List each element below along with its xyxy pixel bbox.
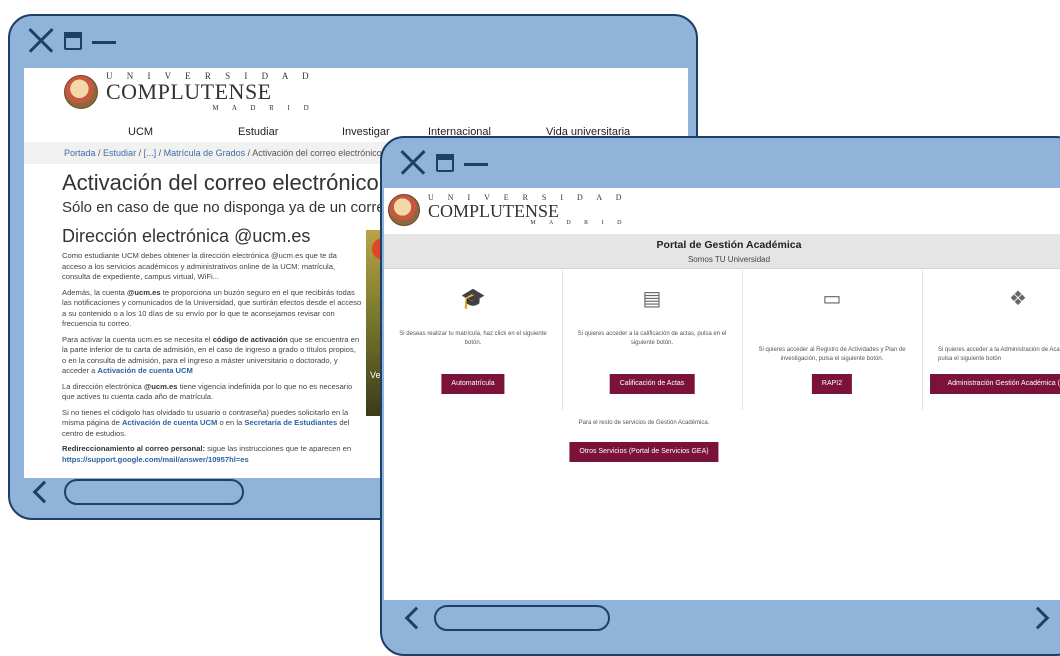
service-description: Si quieres acceder a la Administración d… — [938, 347, 1060, 362]
breadcrumb-sep: / — [95, 148, 104, 158]
logo-complutense: COMPLUTENSE — [106, 79, 272, 104]
document-icon: ▤ — [642, 288, 662, 310]
service-description: Si quieres acceder a la calificación de … — [577, 331, 727, 346]
text: sigue las instrucciones que te aparecen … — [205, 444, 352, 453]
maximize-icon[interactable] — [64, 32, 82, 50]
paragraph: Para activar la cuenta ucm.es se necesit… — [62, 335, 362, 377]
breadcrumb-matricula[interactable]: Matrícula de Grados — [164, 148, 246, 158]
breadcrumb-sep: / — [156, 148, 164, 158]
administracion-gestion-button[interactable]: Administración Gestión Académica (Se — [930, 374, 1060, 394]
close-icon[interactable] — [400, 150, 426, 176]
window-bottombar — [382, 592, 1060, 644]
window-titlebar — [10, 16, 696, 66]
text: o en la — [217, 418, 245, 427]
ucm-logo[interactable]: U N I V E R S I D A D COMPLUTENSE M A D … — [64, 72, 315, 112]
page-subtitle: Sólo en caso de que no disponga ya de un… — [62, 199, 414, 216]
ucm-seal-icon — [64, 75, 98, 109]
service-columns: 🎓 Si deseas realizar tu matrícula, haz c… — [384, 270, 1060, 410]
window-titlebar — [382, 138, 1060, 188]
secretaria-link[interactable]: Secretaría de Estudiantes — [244, 418, 337, 427]
breadcrumb-estudiar[interactable]: Estudiar — [103, 148, 136, 158]
ucm-seal-icon — [388, 194, 420, 226]
paragraph: Redireccionamiento al correo personal: s… — [62, 444, 362, 465]
forward-arrow-icon[interactable] — [1026, 606, 1050, 630]
section-title: Dirección electrónica @ucm.es — [62, 226, 311, 246]
portal-header: Portal de Gestión Académica Somos TU Uni… — [384, 234, 1060, 269]
paragraph: Como estudiante UCM debes obtener la dir… — [62, 251, 337, 281]
article-body: Como estudiante UCM debes obtener la dir… — [62, 251, 362, 470]
paragraph: La dirección electrónica @ucm.es tiene v… — [62, 382, 362, 403]
text-bold: Redireccionamiento al correo personal: — [62, 444, 206, 453]
monitor-icon: ▭ — [822, 288, 842, 310]
service-column-rapi2: ▭ Si quieres acceder al Registro de Acti… — [742, 270, 923, 410]
portal-page-content: U N I V E R S I D A D COMPLUTENSE M A D … — [384, 188, 1060, 600]
close-icon[interactable] — [28, 28, 54, 54]
nav-item-estudiar[interactable]: Estudiar — [238, 126, 278, 138]
otros-servicios-button[interactable]: Otros Servicios (Portal de Servicios GEA… — [569, 442, 719, 462]
breadcrumb-portada[interactable]: Portada — [64, 148, 96, 158]
paragraph: Si no tienes el códigolo has olvidado tu… — [62, 408, 362, 440]
google-support-link[interactable]: https://support.google.com/mail/answer/1… — [62, 455, 249, 464]
nav-item-ucm[interactable]: UCM — [128, 126, 153, 138]
graduation-cap-icon: 🎓 — [460, 288, 486, 310]
service-column-actas: ▤ Si quieres acceder a la calificación d… — [562, 270, 743, 410]
nav-item-investigar[interactable]: Investigar — [342, 126, 390, 138]
maximize-icon[interactable] — [436, 154, 454, 172]
portal-title: Portal de Gestión Académica — [656, 239, 802, 251]
minimize-icon[interactable] — [92, 40, 116, 44]
text-bold: código de activación — [212, 334, 288, 344]
portal-subtitle: Somos TU Universidad — [687, 255, 771, 264]
text-bold: @ucm.es — [143, 381, 178, 391]
text: Además, la cuenta — [62, 287, 128, 297]
service-column-automatricula: 🎓 Si deseas realizar tu matrícula, haz c… — [384, 270, 563, 410]
horizontal-scrollbar[interactable] — [434, 605, 610, 631]
paragraph: Además, la cuenta @ucm.es te proporciona… — [62, 288, 362, 330]
automatricula-button[interactable]: Automatrícula — [441, 374, 505, 394]
service-column-administracion: ❖ Si quieres acceder a la Administración… — [922, 270, 1060, 410]
text: La dirección electrónica — [62, 381, 144, 391]
ucm-logo[interactable]: U N I V E R S I D A D COMPLUTENSE M A D … — [388, 194, 628, 226]
breadcrumb-ellipsis[interactable]: [...] — [144, 148, 157, 158]
cubes-icon: ❖ — [1009, 288, 1027, 310]
activation-link[interactable]: Activación de cuenta UCM — [122, 418, 217, 427]
horizontal-scrollbar[interactable] — [64, 479, 244, 505]
service-description: Si deseas realizar tu matrícula, haz cli… — [399, 331, 547, 346]
page-title: Activación del correo electrónico ins — [62, 170, 413, 195]
logo-complutense: COMPLUTENSE — [428, 201, 560, 221]
minimize-icon[interactable] — [464, 162, 488, 166]
rapi2-button[interactable]: RAPI2 — [811, 374, 853, 394]
logo-madrid: M A D R I D — [212, 104, 315, 112]
service-description: Si quieres acceder al Registro de Activi… — [758, 347, 906, 362]
text-bold: @ucm.es — [127, 287, 161, 297]
portal-gestion-window: U N I V E R S I D A D COMPLUTENSE M A D … — [380, 136, 1060, 656]
calificacion-actas-button[interactable]: Calificación de Actas — [609, 374, 695, 394]
text: Para activar la cuenta ucm.es se necesit… — [62, 334, 213, 344]
back-arrow-icon[interactable] — [32, 480, 56, 504]
activation-link[interactable]: Activación de cuenta UCM — [97, 366, 192, 375]
breadcrumb-sep: / — [136, 148, 144, 158]
back-arrow-icon[interactable] — [404, 606, 428, 630]
other-services-note: Para el resto de servicios de Gestión Ac… — [578, 420, 710, 426]
